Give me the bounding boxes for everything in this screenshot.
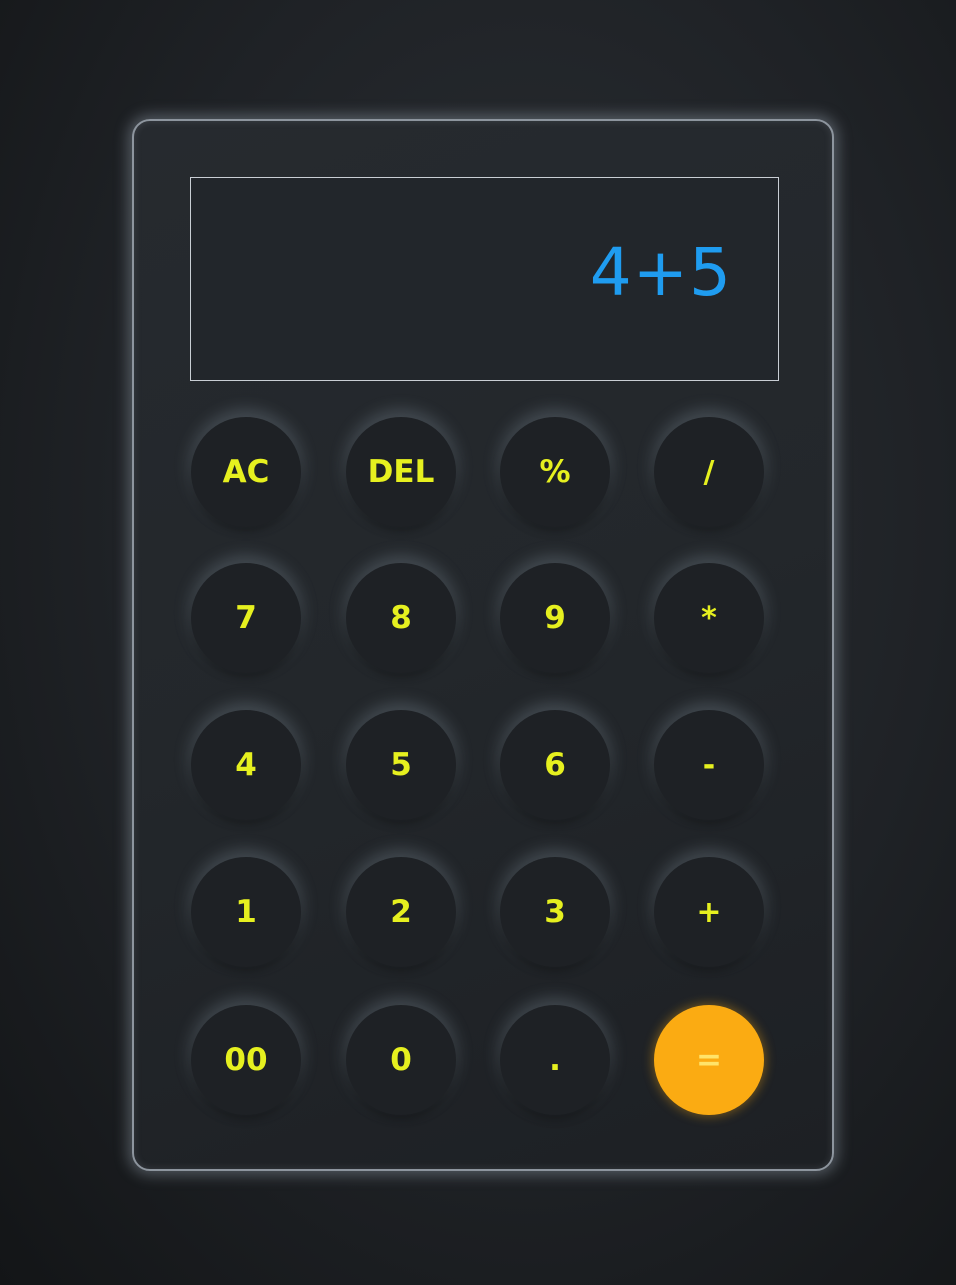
digit-1-button[interactable]: 1: [191, 857, 301, 967]
divide-button[interactable]: /: [654, 417, 764, 527]
double-zero-button[interactable]: 00: [191, 1005, 301, 1115]
add-button[interactable]: +: [654, 857, 764, 967]
digit-9-button[interactable]: 9: [500, 563, 610, 673]
digit-8-button[interactable]: 8: [346, 563, 456, 673]
calculator-frame: 4+5 AC DEL % / 7 8 9 * 4 5 6 - 1 2 3 + 0…: [132, 119, 834, 1171]
all-clear-button[interactable]: AC: [191, 417, 301, 527]
digit-0-button[interactable]: 0: [346, 1005, 456, 1115]
delete-button[interactable]: DEL: [346, 417, 456, 527]
equals-button[interactable]: =: [654, 1005, 764, 1115]
digit-5-button[interactable]: 5: [346, 710, 456, 820]
subtract-button[interactable]: -: [654, 710, 764, 820]
decimal-point-button[interactable]: .: [500, 1005, 610, 1115]
digit-7-button[interactable]: 7: [191, 563, 301, 673]
digit-4-button[interactable]: 4: [191, 710, 301, 820]
percent-button[interactable]: %: [500, 417, 610, 527]
digit-6-button[interactable]: 6: [500, 710, 610, 820]
digit-3-button[interactable]: 3: [500, 857, 610, 967]
multiply-button[interactable]: *: [654, 563, 764, 673]
display-value: 4+5: [589, 234, 732, 311]
calculator-display: 4+5: [190, 177, 779, 381]
digit-2-button[interactable]: 2: [346, 857, 456, 967]
